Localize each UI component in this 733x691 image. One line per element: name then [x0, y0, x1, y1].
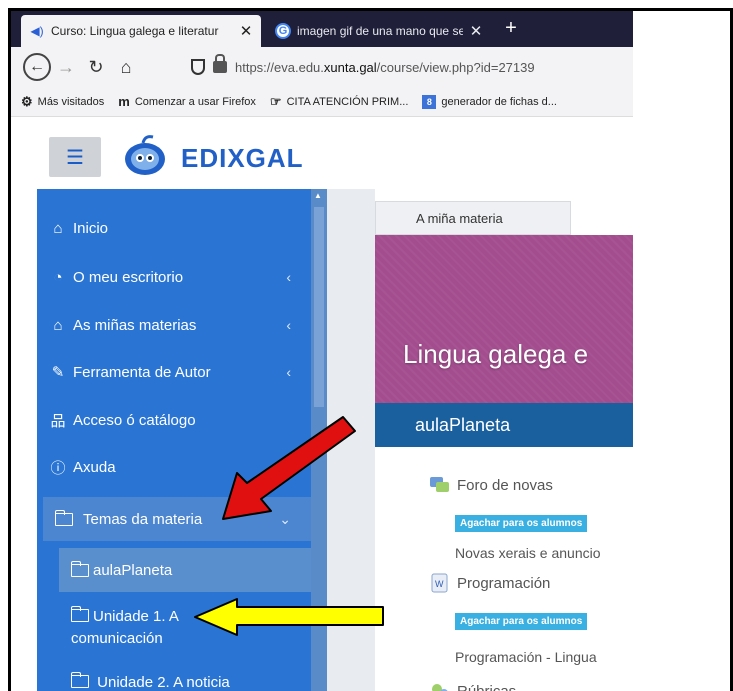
close-icon[interactable]: ✕	[239, 22, 253, 40]
scrollbar-thumb[interactable]	[314, 207, 324, 407]
chevron-left-icon: ‹	[286, 269, 291, 285]
bookmark-label: generador de fichas d...	[441, 95, 557, 108]
graduation-cap-icon: ⌂	[53, 316, 63, 334]
bookmark-generador-fichas[interactable]: 8 generador de fichas d...	[422, 94, 557, 109]
sidebar-subitem-aulaplaneta[interactable]: aulaPlaneta	[59, 548, 311, 592]
forward-button[interactable]: →	[51, 52, 81, 82]
svg-text:W: W	[435, 579, 444, 589]
activity-foro-novas[interactable]: Foro de novas	[429, 475, 553, 495]
sidebar-item-label: Inicio	[73, 219, 109, 237]
chevron-down-icon: ⌄	[279, 510, 291, 527]
activity-description: Novas xerais e anuncio	[455, 545, 601, 561]
browser-tab-bar: ◀) Curso: Lingua galega e literatur ✕ G …	[11, 11, 633, 47]
home-button[interactable]: ⌂	[111, 52, 141, 82]
activity-label: Programación	[457, 574, 551, 592]
shield-icon	[191, 59, 205, 75]
tab-label: imagen gif de una mano que se	[297, 24, 463, 38]
hide-for-students-badge: Agachar para os alumnos	[455, 613, 588, 630]
course-banner: Lingua galega e	[375, 235, 633, 403]
activity-label: Foro de novas	[457, 476, 553, 494]
activity-rubricas[interactable]: Rúbricas	[429, 681, 516, 691]
sidebar-subitem-unidade-2[interactable]: Unidade 2. A noticia	[59, 672, 311, 691]
content-gutter	[327, 189, 375, 691]
folder-icon	[70, 560, 89, 577]
square-8-icon: 8	[422, 94, 437, 109]
section-header: aulaPlaneta	[375, 403, 633, 447]
folder-icon	[54, 509, 73, 526]
hamburger-menu-button[interactable]: ☰	[49, 137, 101, 177]
tab-a-mina-materia[interactable]: A miña materia	[375, 201, 571, 235]
lock-icon	[213, 54, 227, 73]
screenshot-frame: ◀) Curso: Lingua galega e literatur ✕ G …	[8, 8, 733, 691]
sidebar-item-temas-materia[interactable]: Temas da materia ⌄	[43, 497, 311, 541]
tab-imagen-gif[interactable]: G imagen gif de una mano que se ✕	[267, 15, 491, 47]
sidebar-subitem-unidade-1[interactable]: Unidade 1. A comunicación	[59, 606, 311, 650]
sidebar-item-label: Temas da materia	[83, 510, 203, 528]
bookmark-comenzar-firefox[interactable]: m Comenzar a usar Firefox	[118, 94, 256, 109]
browser-nav-bar: ← → ↻ ⌂ https://eva.edu.xunta.gal/course…	[11, 47, 633, 87]
m-icon: m	[118, 94, 130, 109]
scroll-up-icon[interactable]: ▲	[314, 191, 322, 200]
sitemap-icon: 品	[50, 412, 66, 430]
word-doc-icon: W	[431, 573, 448, 593]
bookmark-mas-visitados[interactable]: ⚙ Más visitados	[21, 94, 104, 110]
hide-for-students-badge: Agachar para os alumnos	[455, 515, 588, 532]
new-tab-button[interactable]: +	[499, 17, 523, 41]
reload-button[interactable]: ↻	[81, 52, 111, 82]
tab-curso[interactable]: ◀) Curso: Lingua galega e literatur ✕	[21, 15, 261, 47]
sidebar-item-inicio[interactable]: ⌂ Inicio	[37, 206, 311, 250]
site-header: ☰ EDIXGAL	[11, 117, 633, 189]
folder-icon	[70, 606, 89, 622]
url-bar[interactable]: https://eva.edu.xunta.gal/course/view.ph…	[191, 51, 633, 83]
sidebar-item-label: Unidade 1. A	[93, 608, 179, 625]
gear-icon: ⚙	[21, 93, 33, 109]
sidebar-item-label: Unidade 2. A noticia	[97, 674, 230, 691]
sidebar-item-label: As miñas materias	[73, 316, 197, 334]
bookmarks-bar: ⚙ Más visitados m Comenzar a usar Firefo…	[11, 87, 633, 117]
sidebar-item-meu-escritorio[interactable]: ◔ O meu escritorio ‹	[37, 255, 311, 299]
sidebar-item-acceso-catalogo[interactable]: 品 Acceso ó catálogo	[37, 398, 311, 442]
sidebar-item-label: Acceso ó catálogo	[73, 411, 196, 429]
pencil-icon: ✎	[51, 364, 65, 381]
home-icon: ⌂	[53, 219, 63, 237]
sidebar-item-label: Ferramenta de Autor	[73, 363, 211, 381]
sidebar-item-label: Axuda	[73, 458, 116, 476]
activity-label: Rúbricas	[457, 682, 517, 691]
sidebar-item-label-line2: comunicación	[71, 630, 163, 647]
audio-icon: ◀)	[30, 24, 44, 38]
rubric-icon	[432, 684, 448, 691]
tab-label: Curso: Lingua galega e literatur	[51, 24, 219, 38]
url-text: https://eva.edu.xunta.gal/course/view.ph…	[235, 59, 535, 75]
forum-icon	[430, 477, 449, 492]
sidebar-item-axuda[interactable]: ⓘ Axuda	[37, 445, 311, 489]
course-title: Lingua galega e	[403, 339, 589, 369]
bookmark-cita-atencion[interactable]: ☞ CITA ATENCIÓN PRIM...	[270, 94, 408, 110]
chevron-left-icon: ‹	[286, 364, 291, 380]
logo-text: EDIXGAL	[181, 143, 304, 173]
folder-icon	[70, 672, 89, 688]
main-content: A miña materia Lingua galega e aulaPlane…	[375, 189, 633, 691]
sidebar-scrollbar[interactable]: ▲	[311, 189, 327, 691]
activity-programacion[interactable]: W Programación	[429, 573, 550, 593]
question-circle-icon: ⓘ	[50, 459, 66, 477]
sidebar-item-minas-materias[interactable]: ⌂ As miñas materias ‹	[37, 303, 311, 347]
close-icon[interactable]: ✕	[469, 22, 483, 40]
sidebar: ⌂ Inicio ◔ O meu escritorio ‹ ⌂ As miñas…	[37, 189, 327, 691]
chevron-left-icon: ‹	[286, 317, 291, 333]
hand-icon: ☞	[269, 93, 282, 109]
google-icon: G	[275, 23, 291, 39]
bookmark-label: CITA ATENCIÓN PRIM...	[286, 95, 409, 108]
bookmark-label: Comenzar a usar Firefox	[134, 95, 256, 108]
gauge-icon: ◔	[53, 268, 63, 286]
activity-description: Programación - Lingua	[455, 649, 597, 665]
blank-area	[633, 11, 730, 691]
logo-icon	[125, 135, 165, 175]
sidebar-item-ferramenta-autor[interactable]: ✎ Ferramenta de Autor ‹	[37, 350, 311, 394]
bookmark-label: Más visitados	[37, 95, 105, 108]
back-button[interactable]: ←	[23, 53, 51, 81]
sidebar-item-label: O meu escritorio	[73, 268, 184, 286]
sidebar-item-label: aulaPlaneta	[93, 561, 173, 579]
